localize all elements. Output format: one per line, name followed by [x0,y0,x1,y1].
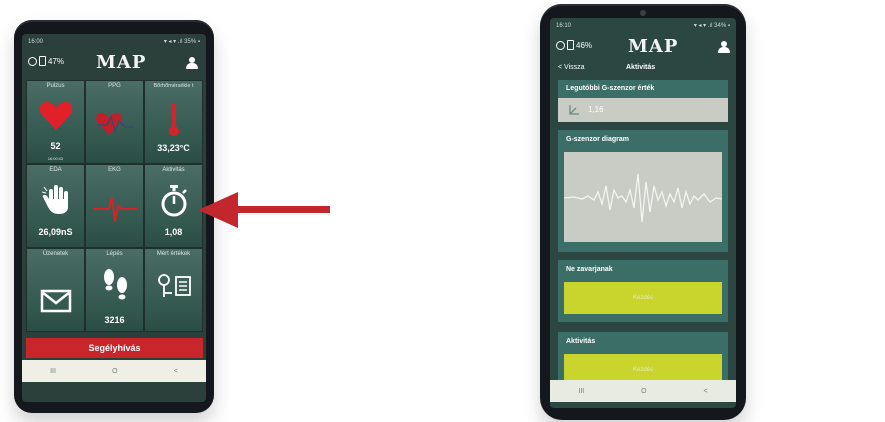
watch-battery: 47% [28,56,64,66]
battery-label: 46% [576,40,593,50]
tile-timestamp: 16:00:03 [47,156,64,161]
tile-eda[interactable]: EDA 26,09nS [26,164,85,248]
watch-icon [28,56,37,66]
status-bar: 16:00 ▾ ◂ ▾ .ıl 35% ▪ [22,34,206,50]
dnd-section: Ne zavarjanak Kezdés [558,260,728,322]
gsensor-card: Legutóbbi G-szenzor érték 1,16 [558,80,728,122]
tile-lepes[interactable]: Lépés 3216 [85,248,144,332]
heart-icon [39,101,73,130]
tile-label: PPG [108,83,121,89]
heart-ecg-icon [96,112,133,135]
watch-icon [556,40,565,50]
app-logo: MAP [96,52,146,73]
tile-label: Aktivitás [162,167,185,173]
gsensor-value: 1,16 [588,105,604,114]
left-phone-screen: 16:00 ▾ ◂ ▾ .ıl 35% ▪ 47% MAP Pulzus 52 … [22,34,206,402]
tile-value: 52 [50,141,61,151]
back-nav-button[interactable]: < [703,388,707,395]
left-phone: 16:00 ▾ ◂ ▾ .ıl 35% ▪ 47% MAP Pulzus 52 … [14,20,214,413]
screen-title: Aktivitás [626,64,656,71]
logo-text: MAP [628,36,679,57]
tile-aktivitas[interactable]: Aktivitás 1,08 [144,164,203,248]
measurements-icon [158,274,191,297]
diagram-title: G-szenzor diagram [566,136,630,143]
battery-icon [567,40,574,50]
status-time: 16:10 [556,23,572,29]
tile-value: 1,08 [164,227,183,237]
top-bar: 46% MAP [550,34,736,60]
tile-label: EKG [108,167,121,173]
arrow-head [198,192,238,228]
right-phone: 16:10 ▾ ◂ ▾ .ıl 34% ▪ 46% MAP < Vissza A… [540,4,746,420]
tile-label: Lépés [106,251,123,257]
back-link[interactable]: < Vissza [558,64,585,71]
activity-start-label: Kezdés [632,367,653,373]
tile-label: EDA [49,167,62,173]
tile-value: 33,23°C [157,143,190,153]
envelope-icon [40,289,72,313]
tile-label: Mért értékek [156,251,191,257]
top-bar: 47% MAP [22,50,206,76]
tile-mert-ertekek[interactable]: Mért értékek [144,248,203,332]
gsensor-waveform [563,173,723,223]
axis-icon [569,105,579,115]
status-indicators: ▾ ◂ ▾ .ıl 35% ▪ [163,39,200,45]
status-bar: 16:10 ▾ ◂ ▾ .ıl 34% ▪ [550,18,736,34]
sos-button[interactable]: Segélyhívás [26,338,203,358]
dnd-start-label: Kezdés [632,295,653,301]
tile-uzenetek[interactable]: Üzenetek [26,248,85,332]
watch-battery: 46% [556,40,592,50]
home-button[interactable]: O [641,388,646,395]
diagram-card: G-szenzor diagram [558,130,728,252]
footprints-icon [104,269,127,300]
battery-label: 47% [48,56,65,66]
app-logo: MAP [628,36,678,57]
gsensor-title: Legutóbbi G-szenzor érték [558,80,728,98]
battery-icon [39,56,46,66]
tile-label: Üzenetek [42,251,69,257]
status-indicators: ▾ ◂ ▾ .ıl 34% ▪ [693,23,730,29]
sub-header: < Vissza Aktivitás [550,62,736,76]
front-camera [640,10,646,16]
tile-ekg[interactable]: EKG [85,164,144,248]
android-navbar: III O < [550,380,736,402]
user-icon[interactable] [186,57,198,69]
tile-ppg[interactable]: PPG [85,80,144,164]
status-time: 16:00 [28,39,44,45]
recents-button[interactable]: III [578,388,584,395]
recents-button[interactable]: III [50,368,56,375]
tile-value: 26,09nS [38,227,73,237]
sos-label: Segélyhívás [88,343,141,353]
activity-title: Aktivitás [566,338,596,345]
arrow-shaft [236,206,330,213]
dnd-title: Ne zavarjanak [566,266,613,273]
stopwatch-icon [161,185,187,217]
back-nav-button[interactable]: < [174,368,178,375]
ecg-icon [93,196,137,222]
tile-pulzus[interactable]: Pulzus 52 16:00:03 [26,80,85,164]
right-phone-screen: 16:10 ▾ ◂ ▾ .ıl 34% ▪ 46% MAP < Vissza A… [550,18,736,408]
tile-label: Pulzus [46,83,65,89]
android-navbar: III O < [22,360,206,382]
user-icon[interactable] [718,41,730,53]
tile-label: Bőrhőmérsékle t [153,83,194,89]
dnd-start-button[interactable]: Kezdés [564,282,722,314]
diagram-plot [563,152,723,242]
home-button[interactable]: O [112,368,117,375]
tile-borhomerseklet[interactable]: Bőrhőmérsékle t 33,23°C [144,80,203,164]
thermometer-icon [169,103,179,136]
logo-text: MAP [96,52,147,73]
tile-value: 3216 [104,315,125,325]
hand-icon [42,185,68,214]
